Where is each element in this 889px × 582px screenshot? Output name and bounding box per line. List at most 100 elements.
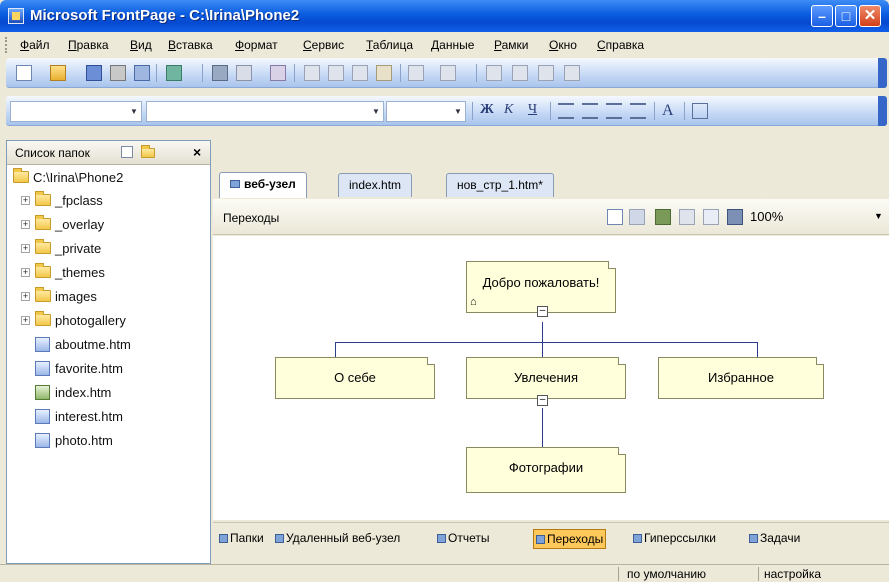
menu-tools[interactable]: Сервис (303, 38, 344, 52)
insert-table-icon[interactable] (512, 65, 528, 81)
view-tab-tasks[interactable]: Задачи (747, 529, 802, 549)
spelling-icon[interactable] (270, 65, 286, 81)
frontpage-app-icon[interactable] (8, 8, 24, 24)
increase-font-button[interactable]: A (662, 102, 674, 120)
borders-icon[interactable] (692, 103, 708, 119)
menu-insert[interactable]: Вставка (168, 38, 213, 52)
new-top-page-icon[interactable] (607, 209, 623, 225)
node-label: Увлечения (513, 370, 578, 385)
tree-folder[interactable]: + images (7, 286, 207, 308)
new-page-icon[interactable] (16, 65, 32, 81)
view-tab-remote-site[interactable]: Удаленный веб-узел (273, 529, 402, 549)
open-folder-icon[interactable] (50, 65, 66, 81)
toolbar-options-icon[interactable] (878, 58, 887, 88)
add-page-icon[interactable] (629, 209, 645, 225)
tree-folder[interactable]: + photogallery (7, 310, 207, 332)
nav-node[interactable]: Увлечения (466, 357, 626, 399)
underline-button[interactable]: Ч (528, 102, 537, 118)
menu-format[interactable]: Формат (235, 38, 278, 52)
view-tab-navigation[interactable]: Переходы (533, 529, 607, 549)
search-icon[interactable] (110, 65, 126, 81)
align-center-icon[interactable] (582, 103, 598, 119)
format-painter-icon[interactable] (376, 65, 392, 81)
node-label: Добро пожаловать! (482, 275, 600, 290)
view-tab-hyperlinks[interactable]: Гиперссылки (631, 529, 718, 549)
collapse-icon[interactable]: – (537, 395, 548, 406)
zoom-to-fit-icon[interactable] (703, 209, 719, 225)
expand-icon[interactable]: + (21, 196, 30, 205)
view-tab-reports[interactable]: Отчеты (435, 529, 491, 549)
toggle-pane-icon[interactable] (166, 65, 182, 81)
expand-icon[interactable]: + (21, 220, 30, 229)
align-left-icon[interactable] (558, 103, 574, 119)
align-right-icon[interactable] (606, 103, 622, 119)
italic-button[interactable]: К (504, 102, 513, 118)
justify-icon[interactable] (630, 103, 646, 119)
hyperlinks-icon (633, 534, 642, 543)
tree-file[interactable]: index.htm (7, 382, 207, 404)
insert-picture-icon[interactable] (564, 65, 580, 81)
cut-icon[interactable] (304, 65, 320, 81)
portrait-landscape-icon[interactable] (679, 209, 695, 225)
close-button[interactable]: ✕ (859, 5, 881, 27)
menu-frames[interactable]: Рамки (494, 38, 529, 52)
nav-node[interactable]: О себе (275, 357, 435, 399)
menu-edit[interactable]: Правка (68, 38, 109, 52)
tree-file[interactable]: aboutme.htm (7, 334, 207, 356)
undo-icon[interactable] (408, 65, 424, 81)
bold-button[interactable]: Ж (480, 102, 494, 118)
pane-close-icon[interactable]: × (193, 144, 201, 160)
tree-root-label: C:\Irina\Phone2 (33, 170, 124, 185)
toolbar-options-icon-2[interactable] (878, 96, 887, 126)
insert-layer-icon[interactable] (538, 65, 554, 81)
font-select[interactable]: ▼ (146, 101, 384, 122)
folder-icon (35, 215, 51, 230)
redo-icon[interactable] (440, 65, 456, 81)
web-component-icon[interactable] (486, 65, 502, 81)
preview-icon[interactable] (236, 65, 252, 81)
nav-node[interactable]: Избранное (658, 357, 824, 399)
new-folder-icon[interactable] (141, 145, 155, 158)
print-icon[interactable] (212, 65, 228, 81)
menu-data[interactable]: Данные (431, 38, 474, 52)
tree-folder[interactable]: + _fpclass (7, 190, 207, 212)
tab-new-page[interactable]: нов_стр_1.htm* (446, 173, 554, 197)
nav-node[interactable]: Фотографии (466, 447, 626, 493)
link-bar-icon[interactable] (655, 209, 671, 225)
new-page-small-icon[interactable] (121, 146, 133, 158)
expand-icon[interactable]: + (21, 316, 30, 325)
menu-window[interactable]: Окно (549, 38, 577, 52)
publish-icon[interactable] (134, 65, 150, 81)
menu-view[interactable]: Вид (130, 38, 152, 52)
tree-folder[interactable]: + _private (7, 238, 207, 260)
tree-root[interactable]: C:\Irina\Phone2 (7, 167, 207, 189)
minimize-button[interactable]: – (811, 5, 833, 27)
paste-icon[interactable] (352, 65, 368, 81)
copy-icon[interactable] (328, 65, 344, 81)
expand-icon[interactable]: + (21, 244, 30, 253)
tree-file[interactable]: photo.htm (7, 430, 207, 452)
menu-table[interactable]: Таблица (366, 38, 413, 52)
view-subtree-icon[interactable] (727, 209, 743, 225)
maximize-button[interactable]: □ (835, 5, 857, 27)
style-select[interactable]: ▼ (10, 101, 142, 122)
tree-file[interactable]: favorite.htm (7, 358, 207, 380)
save-icon[interactable] (86, 65, 102, 81)
collapse-icon[interactable]: – (537, 306, 548, 317)
font-size-select[interactable]: ▼ (386, 101, 466, 122)
menu-help[interactable]: Справка (597, 38, 644, 52)
tree-file[interactable]: interest.htm (7, 406, 207, 428)
tree-folder[interactable]: + _themes (7, 262, 207, 284)
tab-index[interactable]: index.htm (338, 173, 413, 197)
tab-website[interactable]: веб-узел (219, 172, 307, 198)
expand-icon[interactable]: + (21, 292, 30, 301)
navigation-icon (536, 535, 545, 544)
menu-file[interactable]: Файл (20, 38, 50, 52)
tree-folder[interactable]: + _overlay (7, 214, 207, 236)
zoom-dropdown-icon[interactable]: ▼ (874, 211, 883, 221)
zoom-value[interactable]: 100% (750, 209, 783, 224)
view-tab-label: Переходы (547, 532, 604, 546)
view-tab-folders[interactable]: Папки (217, 529, 266, 549)
expand-icon[interactable]: + (21, 268, 30, 277)
menu-grip[interactable] (5, 37, 8, 53)
